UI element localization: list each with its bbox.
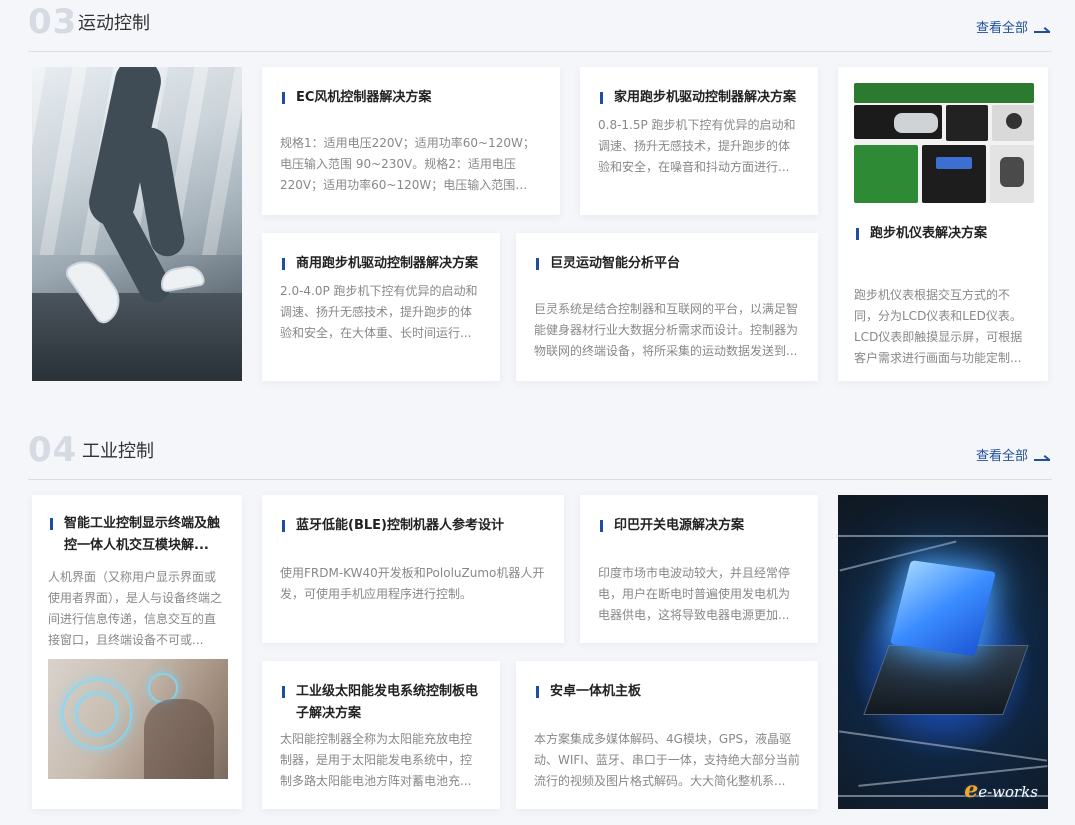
arrow-right-icon	[1034, 24, 1050, 34]
solution-card[interactable]: 工业级太阳能发电系统控制板电子解决方案 太阳能控制器全称为太阳能充放电控制器，是…	[262, 661, 500, 809]
view-all-label: 查看全部	[975, 449, 1028, 464]
card-title: 家用跑步机驱动控制器解决方案	[598, 87, 800, 109]
card-title: 印巴开关电源解决方案	[598, 515, 800, 537]
section-number: 03	[28, 2, 78, 42]
solution-card[interactable]: 巨灵运动智能分析平台 巨灵系统是结合控制器和互联网的平台，以满足智能健身器材行业…	[516, 233, 818, 381]
solution-card[interactable]: 安卓一体机主板 本方案集成多媒体解码、4G模块，GPS，液晶驱动、WIFI、蓝牙…	[516, 661, 818, 809]
card-title: 巨灵运动智能分析平台	[534, 253, 800, 275]
card-description: 本方案集成多媒体解码、4G模块，GPS，液晶驱动、WIFI、蓝牙、串口于一体，支…	[534, 732, 800, 788]
solution-card[interactable]: 智能工业控制显示终端及触控一体人机交互模块解... 人机界面（又称用户显示界面或…	[32, 495, 242, 809]
section-header: 03 运动控制 查看全部	[28, 0, 1052, 52]
card-title: EC风机控制器解决方案	[280, 87, 542, 109]
section-title: 运动控制	[78, 13, 150, 34]
card-description: 使用FRDM-KW40开发板和PololuZumo机器人开发，可使用手机应用程序…	[280, 566, 545, 601]
card-description: 巨灵系统是结合控制器和互联网的平台，以满足智能健身器材行业大数据分析需求而设计。…	[534, 302, 799, 358]
view-all-link[interactable]: 查看全部	[976, 20, 1050, 38]
card-title: 智能工业控制显示终端及触控一体人机交互模块解...	[48, 513, 226, 557]
card-title: 跑步机仪表解决方案	[854, 223, 1032, 245]
section-number: 04	[28, 430, 78, 470]
solution-card[interactable]: 商用跑步机驱动控制器解决方案 2.0-4.0P 跑步机下控有优异的启动和调速、扬…	[262, 233, 500, 381]
card-description: 0.8-1.5P 跑步机下控有优异的启动和调速、扬升无感技术，提升跑步的体验和安…	[598, 118, 796, 174]
card-title: 安卓一体机主板	[534, 681, 800, 703]
card-description: 2.0-4.0P 跑步机下控有优异的启动和调速、扬升无感技术，提升跑步的体验和安…	[280, 284, 478, 340]
section-motion-control: 03 运动控制 查看全部 EC风机控制器解决方案 规格1：适用电压220V；适用…	[28, 0, 1052, 400]
card-description: 太阳能控制器全称为太阳能充放电控制器，是用于太阳能发电系统中，控制多路太阳能电池…	[280, 732, 473, 788]
section-industrial-control: 04 工业控制 查看全部 智能工业控制显示终端及触控一体人机交互模块解... 人…	[28, 428, 1052, 825]
solution-card[interactable]: 家用跑步机驱动控制器解决方案 0.8-1.5P 跑步机下控有优异的启动和调速、扬…	[580, 67, 818, 215]
hmi-touch-image	[48, 659, 228, 779]
view-all-link[interactable]: 查看全部	[976, 448, 1050, 466]
eworks-watermark: ee-works	[964, 777, 1038, 803]
card-description: 规格1：适用电压220V；适用功率60~120W；电压输入范围 90~230V。…	[280, 136, 535, 192]
card-title: 蓝牙低能(BLE)控制机器人参考设计	[280, 515, 546, 537]
card-description: 跑步机仪表根据交互方式的不同，分为LCD仪表和LED仪表。LCD仪表即触摸显示屏…	[854, 288, 1023, 365]
solution-card[interactable]: 跑步机仪表解决方案 跑步机仪表根据交互方式的不同，分为LCD仪表和LED仪表。L…	[838, 67, 1048, 381]
solution-card[interactable]: 蓝牙低能(BLE)控制机器人参考设计 使用FRDM-KW40开发板和Pololu…	[262, 495, 564, 643]
card-title: 商用跑步机驱动控制器解决方案	[280, 253, 482, 275]
card-description: 印度市场市电波动较大，并且经常停电，用户在断电时普遍使用发电机为电器供电，这将导…	[598, 566, 791, 622]
card-title: 工业级太阳能发电系统控制板电子解决方案	[280, 681, 482, 725]
treadmill-console-image	[854, 83, 1034, 203]
arrow-right-icon	[1034, 452, 1050, 462]
section-header: 04 工业控制 查看全部	[28, 428, 1052, 480]
treadmill-running-image[interactable]	[32, 67, 242, 381]
solution-card[interactable]: EC风机控制器解决方案 规格1：适用电压220V；适用功率60~120W；电压输…	[262, 67, 560, 215]
solution-card[interactable]: 印巴开关电源解决方案 印度市场市电波动较大，并且经常停电，用户在断电时普遍使用发…	[580, 495, 818, 643]
view-all-label: 查看全部	[975, 21, 1028, 36]
circuit-chip-image[interactable]: ee-works	[838, 495, 1048, 809]
section-title: 工业控制	[82, 441, 154, 462]
card-description: 人机界面（又称用户显示界面或使用者界面），是人与设备终端之间进行信息传递，信息交…	[48, 570, 223, 647]
